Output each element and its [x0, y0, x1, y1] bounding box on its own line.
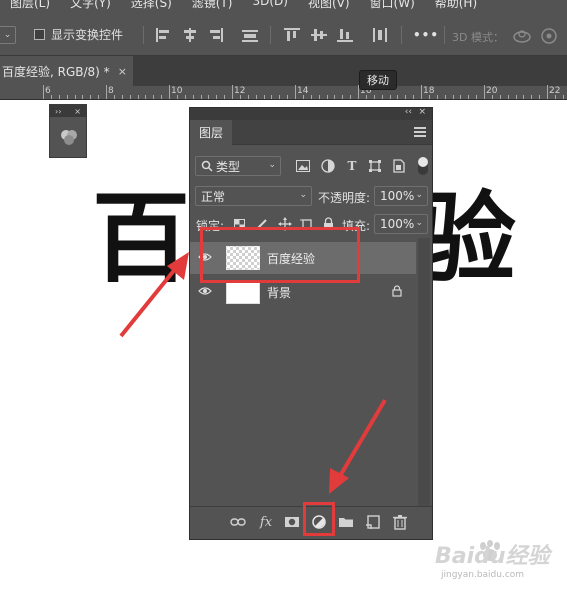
arrow-to-layer [119, 252, 189, 338]
arrow-to-adjustment-button [329, 398, 387, 494]
watermark-url: jingyan.baidu.com [441, 570, 525, 580]
watermark: Baidu经验 jingyan.baidu.com [435, 536, 555, 586]
annotation-arrows [119, 252, 387, 494]
watermark-brand: Baidu经验 [435, 544, 550, 569]
